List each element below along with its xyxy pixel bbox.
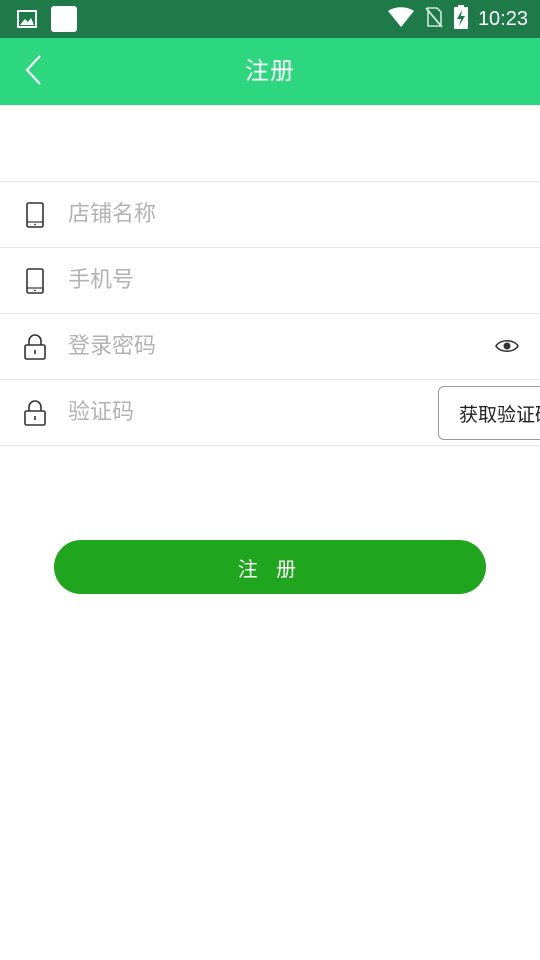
phone-number-input[interactable] xyxy=(68,248,428,312)
page-title: 注册 xyxy=(245,57,295,85)
store-name-input[interactable] xyxy=(68,182,428,246)
register-form: 获取验证码 xyxy=(0,181,540,446)
no-sim-icon xyxy=(424,6,444,32)
app-square-icon xyxy=(51,6,77,36)
get-code-button[interactable]: 获取验证码 xyxy=(438,386,540,440)
wifi-icon xyxy=(387,7,414,31)
phone-number-row xyxy=(0,248,540,314)
verification-code-input[interactable] xyxy=(68,380,428,444)
status-bar: 10:23 xyxy=(0,0,540,38)
store-name-row xyxy=(0,182,540,248)
image-icon xyxy=(17,9,37,33)
battery-charging-icon xyxy=(453,5,468,33)
eye-icon[interactable] xyxy=(494,334,520,358)
status-time: 10:23 xyxy=(477,7,528,30)
app-bar: 注册 xyxy=(0,38,540,105)
register-button[interactable]: 注 册 xyxy=(54,540,486,594)
verification-code-row: 获取验证码 xyxy=(0,380,540,446)
login-password-row xyxy=(0,314,540,380)
lock-icon xyxy=(22,399,48,427)
phone-icon xyxy=(22,267,48,295)
phone-icon xyxy=(22,201,48,229)
login-password-input[interactable] xyxy=(68,314,428,378)
lock-icon xyxy=(22,333,48,361)
